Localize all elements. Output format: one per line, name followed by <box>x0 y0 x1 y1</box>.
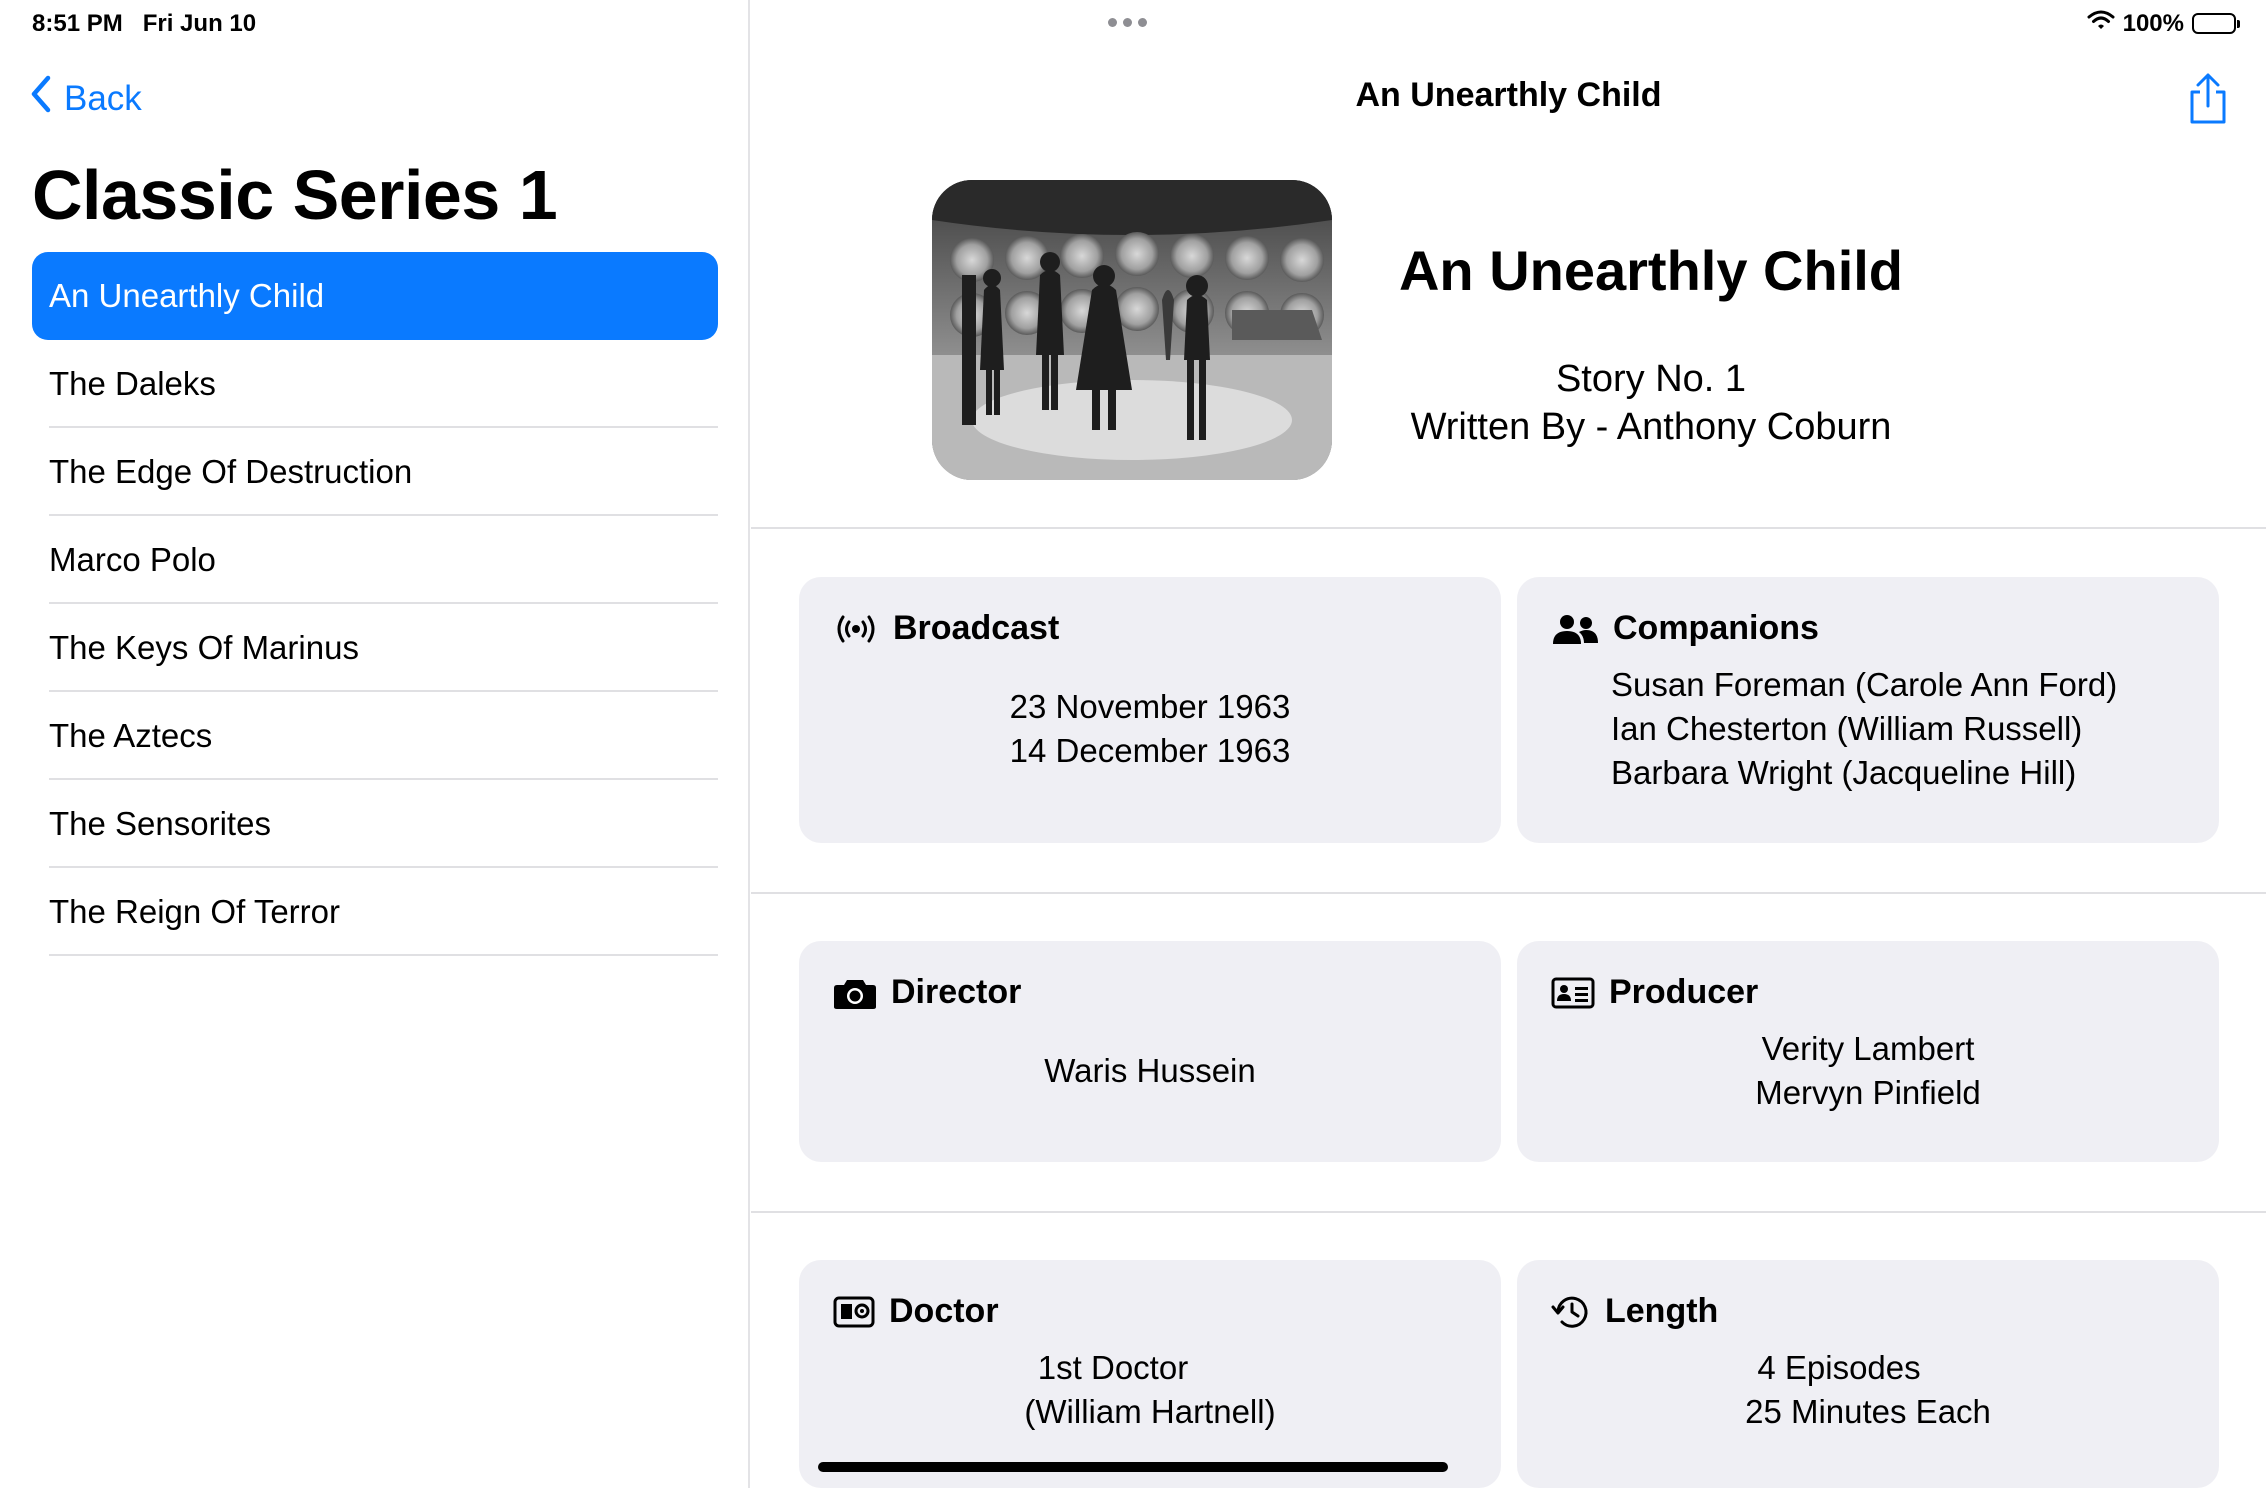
doctor-actor: (William Hartnell) <box>1024 1393 1276 1430</box>
section-divider <box>751 527 2266 529</box>
producer-name: Verity Lambert <box>1761 1030 1975 1067</box>
episode-item[interactable]: An Unearthly Child <box>32 252 718 340</box>
producer-label: Producer <box>1609 973 1759 1011</box>
companions-header: Companions <box>1551 609 1819 648</box>
broadcast-label: Broadcast <box>893 609 1060 647</box>
chevron-left-icon <box>30 74 52 123</box>
episode-label: The Reign Of Terror <box>49 893 341 930</box>
episode-item[interactable]: The Sensorites <box>32 780 718 868</box>
doctor-header: Doctor <box>833 1292 999 1331</box>
doctor-incarnation: 1st Doctor <box>1037 1349 1189 1386</box>
back-label: Back <box>64 78 142 118</box>
broadcast-header: Broadcast <box>833 609 1059 648</box>
episode-label: The Daleks <box>49 365 216 402</box>
episode-item[interactable]: The Edge Of Destruction <box>32 428 718 516</box>
companions-list: Susan Foreman (Carole Ann Ford) Ian Ches… <box>1611 663 2117 795</box>
broadcast-card: Broadcast 23 November 1963 14 December 1… <box>799 577 1501 843</box>
antenna-waves-icon <box>833 613 879 645</box>
episode-label: Marco Polo <box>49 541 216 578</box>
length-values: 4 Episodes 25 Minutes Each <box>1517 1346 2219 1434</box>
share-button[interactable] <box>2186 72 2230 126</box>
director-names: Waris Hussein <box>799 1049 1501 1093</box>
producer-name: Mervyn Pinfield <box>1755 1074 1981 1111</box>
nav-title: An Unearthly Child <box>1355 76 1662 114</box>
episode-label: An Unearthly Child <box>49 277 325 314</box>
producer-card: Producer Verity Lambert Mervyn Pinfield <box>1517 941 2219 1162</box>
episode-item[interactable]: Marco Polo <box>32 516 718 604</box>
people-icon <box>1551 613 1599 645</box>
doctor-names: 1st Doctor (William Hartnell) <box>799 1346 1501 1434</box>
director-header: Director <box>833 973 1021 1012</box>
episode-item[interactable]: The Reign Of Terror <box>32 868 718 956</box>
story-number: Story No. 1 <box>1555 358 1747 400</box>
length-card: Length 4 Episodes 25 Minutes Each <box>1517 1260 2219 1488</box>
section-divider <box>751 1211 2266 1213</box>
episode-label: The Edge Of Destruction <box>49 453 413 490</box>
companions-card: Companions Susan Foreman (Carole Ann For… <box>1517 577 2219 843</box>
producer-header: Producer <box>1551 973 1758 1012</box>
episode-list: An Unearthly Child The Daleks The Edge O… <box>32 252 718 956</box>
episode-subtitle: Story No. 1 Written By - Anthony Coburn <box>1371 355 1931 451</box>
director-card: Director Waris Hussein <box>799 941 1501 1162</box>
length-label: Length <box>1605 1292 1719 1330</box>
sidebar-title: Classic Series 1 <box>32 156 558 234</box>
episode-label: The Sensorites <box>49 805 271 842</box>
person-badge-icon <box>833 1296 875 1328</box>
episode-label: The Keys Of Marinus <box>49 629 359 666</box>
companion-item: Susan Foreman (Carole Ann Ford) <box>1611 666 2118 703</box>
back-button[interactable]: Back <box>30 74 142 123</box>
doctor-label: Doctor <box>889 1292 999 1330</box>
broadcast-last-date: 14 December 1963 <box>1009 732 1291 769</box>
episode-duration: 25 Minutes Each <box>1745 1393 1991 1430</box>
camera-icon <box>833 976 877 1010</box>
companion-item: Ian Chesterton (William Russell) <box>1611 710 2083 747</box>
episode-title: An Unearthly Child <box>1398 239 1904 302</box>
episode-item[interactable]: The Keys Of Marinus <box>32 604 718 692</box>
director-label: Director <box>891 973 1022 1011</box>
detail-pane: An Unearthly Child An Unearthly Child St… <box>751 0 2266 1488</box>
length-header: Length <box>1551 1292 1718 1331</box>
share-icon <box>2186 73 2230 130</box>
doctor-card: Doctor 1st Doctor (William Hartnell) <box>799 1260 1501 1488</box>
broadcast-first-date: 23 November 1963 <box>1009 688 1291 725</box>
written-by: Written By - Anthony Coburn <box>1410 406 1892 448</box>
episode-label: The Aztecs <box>49 717 213 754</box>
companion-item: Barbara Wright (Jacqueline Hill) <box>1611 754 2077 791</box>
broadcast-dates: 23 November 1963 14 December 1963 <box>799 685 1501 773</box>
companions-label: Companions <box>1613 609 1819 647</box>
home-indicator[interactable] <box>818 1462 1448 1472</box>
episode-count: 4 Episodes <box>1757 1349 1921 1386</box>
section-divider <box>751 892 2266 894</box>
episode-item[interactable]: The Daleks <box>32 340 718 428</box>
person-card-icon <box>1551 977 1595 1009</box>
clock-history-icon <box>1551 1293 1591 1331</box>
director-name: Waris Hussein <box>1044 1052 1256 1089</box>
producer-names: Verity Lambert Mervyn Pinfield <box>1517 1027 2219 1115</box>
episode-item[interactable]: The Aztecs <box>32 692 718 780</box>
episode-thumbnail <box>932 180 1332 480</box>
sidebar: Back Classic Series 1 An Unearthly Child… <box>0 0 750 1488</box>
